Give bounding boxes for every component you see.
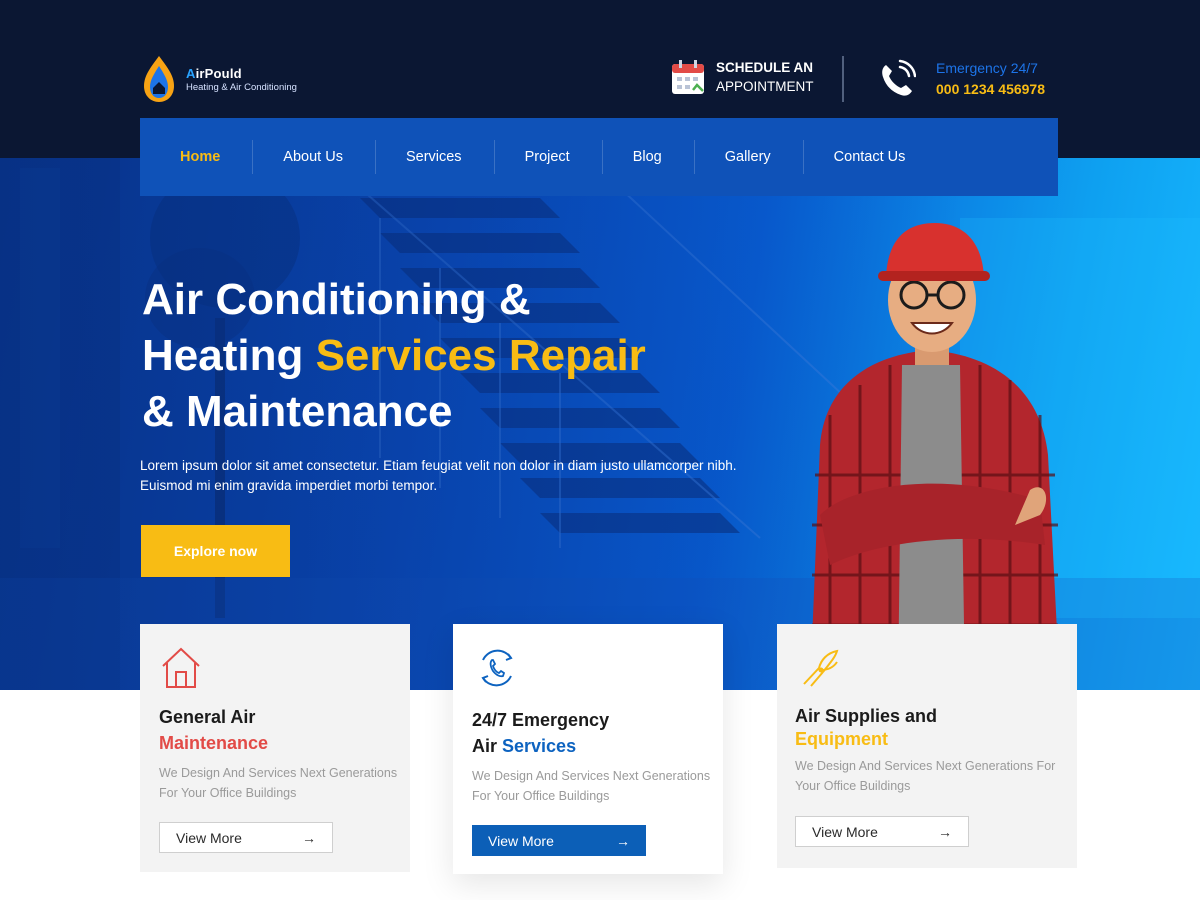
card-title: General Air Maintenance: [159, 707, 269, 753]
view-more-button[interactable]: View More →: [795, 816, 969, 847]
arrow-right-icon: →: [302, 829, 316, 846]
view-more-button[interactable]: View More →: [159, 822, 333, 853]
pliers-icon: [803, 649, 839, 687]
brand-tagline: Heating & Air Conditioning: [186, 81, 297, 93]
nav-item-blog[interactable]: Blog: [633, 118, 695, 196]
schedule-line1: SCHEDULE AN: [716, 60, 814, 75]
hero-headline-line1: Air Conditioning &: [142, 275, 531, 324]
nav-item-services[interactable]: Services: [406, 118, 495, 196]
view-more-button[interactable]: View More →: [472, 825, 646, 856]
hero-headline-line3: & Maintenance: [142, 387, 453, 436]
nav-item-home[interactable]: Home: [180, 118, 254, 196]
arrow-right-icon: →: [938, 823, 952, 840]
phone-ringing-icon: [882, 59, 916, 96]
service-card-emergency-air-services: 24/7 Emergency Air Services We Design And…: [453, 624, 723, 874]
emergency-phone[interactable]: Emergency 24/7 000 1234 456978: [878, 58, 1045, 100]
hero-headline: Air Conditioning & Heating Services Repa…: [142, 272, 762, 440]
brand-logo[interactable]: AirPould Heating & Air Conditioning: [140, 54, 297, 104]
schedule-line2: APPOINTMENT: [716, 79, 814, 94]
nav-item-contact-us[interactable]: Contact Us: [834, 118, 939, 196]
calendar-icon: [672, 60, 704, 94]
house-icon: [162, 647, 200, 688]
nav-item-gallery[interactable]: Gallery: [725, 118, 804, 196]
technician-photo: [810, 223, 1060, 690]
nav-item-project[interactable]: Project: [525, 118, 603, 196]
hero-description: Lorem ipsum dolor sit amet consectetur. …: [140, 458, 737, 493]
card-description: We Design And Services Next Generations …: [472, 769, 711, 803]
flame-drop-logo-icon: [144, 56, 174, 102]
card-description: We Design And Services Next Generations …: [795, 759, 1056, 793]
main-navigation: Home About Us Services Project Blog Gall…: [140, 118, 1058, 196]
view-more-label: View More: [176, 829, 242, 846]
brand-name: AirPould: [186, 65, 242, 81]
explore-now-button[interactable]: Explore now: [141, 525, 290, 577]
phone-sync-icon: [481, 649, 513, 687]
schedule-appointment-link[interactable]: SCHEDULE AN APPOINTMENT: [670, 58, 814, 96]
hero-headline-highlight: Services Repair: [315, 331, 646, 380]
service-card-general-air-maintenance: General Air Maintenance We Design And Ser…: [140, 624, 410, 872]
view-more-label: View More: [488, 832, 554, 849]
card-description: We Design And Services Next Generations …: [159, 766, 398, 800]
view-more-label: View More: [812, 823, 878, 840]
emergency-label: Emergency 24/7: [936, 60, 1038, 76]
card-title: Air Supplies and Equipment: [795, 706, 938, 749]
hero-headline-line2: Heating: [142, 331, 316, 380]
arrow-right-icon: →: [616, 832, 630, 849]
emergency-phone-number[interactable]: 000 1234 456978: [936, 79, 1045, 100]
service-card-air-supplies-equipment: Air Supplies and Equipment We Design And …: [777, 624, 1077, 868]
nav-item-about-us[interactable]: About Us: [283, 118, 376, 196]
header-divider: [842, 56, 844, 102]
card-title: 24/7 Emergency Air Services: [472, 710, 610, 756]
